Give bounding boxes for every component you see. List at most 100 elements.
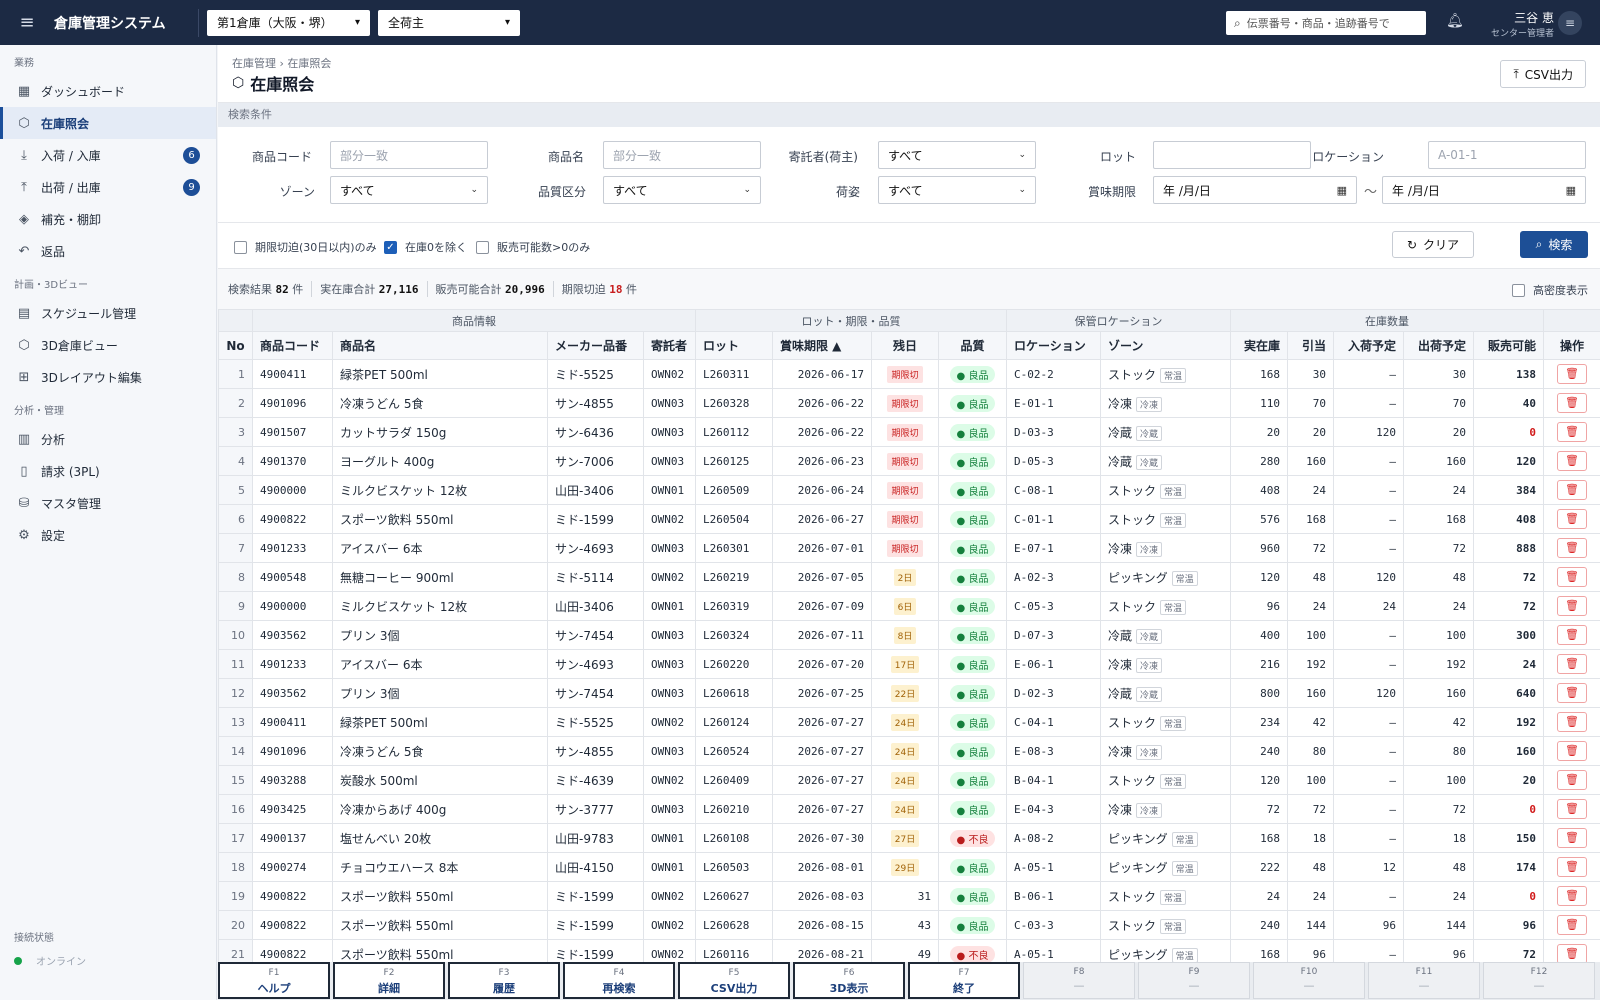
table-row[interactable]: 9 4900000 ミルクビスケット 12枚 山田-3406 OWN01 L260319 2… <box>218 591 1600 621</box>
trash-icon[interactable]: 🗑︎ <box>1557 451 1587 471</box>
table-row[interactable]: 3 4901507 カットサラダ 150g サン-6436 OWN03 L260112 20… <box>218 417 1600 447</box>
best-before-to-input[interactable]: 年 /月/日 ▦ <box>1382 176 1586 204</box>
table-row[interactable]: 17 4900137 塩せんべい 20枚 山田-9783 OWN01 L260108 202… <box>218 823 1600 853</box>
sidebar-item[interactable]: ⬡ 3D倉庫ビュー <box>0 329 216 361</box>
table-row[interactable]: 11 4901233 アイスバー 6本 サン-4693 OWN03 L260220 2026… <box>218 649 1600 679</box>
sidebar-item[interactable]: ▦ ダッシュボード <box>0 75 216 107</box>
function-key-f4[interactable]: F4 再検索 <box>563 962 675 999</box>
col-quality[interactable]: 品質 <box>938 331 1007 360</box>
col-code[interactable]: 商品コード <box>252 331 333 360</box>
function-key-f3[interactable]: F3 履歴 <box>448 962 560 999</box>
trash-icon[interactable]: 🗑︎ <box>1557 770 1587 790</box>
function-key-f1[interactable]: F1 ヘルプ <box>218 962 330 999</box>
trash-icon[interactable]: 🗑︎ <box>1557 364 1587 384</box>
table-row[interactable]: 4 4901370 ヨーグルト 400g サン-7006 OWN03 L260125 202… <box>218 446 1600 476</box>
csv-export-button[interactable]: ⤒ CSV出力 <box>1500 60 1586 88</box>
owner-select[interactable]: 全荷主 ▾ <box>378 9 520 36</box>
calendar-icon[interactable]: ▦ <box>1566 184 1576 197</box>
col-name[interactable]: 商品名 <box>332 331 548 360</box>
sidebar-item[interactable]: ⚙ 設定 <box>0 519 216 551</box>
trash-icon[interactable]: 🗑︎ <box>1557 567 1587 587</box>
table-row[interactable]: 14 4901096 冷凍うどん 5食 サン-4855 OWN03 L260524 2026… <box>218 736 1600 766</box>
sidebar-item[interactable]: ⊞ 3Dレイアウト編集 <box>0 361 216 393</box>
function-key-f5[interactable]: F5 CSV出力 <box>678 962 790 999</box>
table-row[interactable]: 19 4900822 スポーツ飲料 550ml ミド-1599 OWN02 L260627… <box>218 881 1600 911</box>
calendar-icon[interactable]: ▦ <box>1337 184 1347 197</box>
trash-icon[interactable]: 🗑︎ <box>1557 741 1587 761</box>
trash-icon[interactable]: 🗑︎ <box>1557 625 1587 645</box>
sidebar-item[interactable]: ⬡ 在庫照会 <box>0 107 216 139</box>
col-maker[interactable]: メーカー品番 <box>547 331 644 360</box>
trash-icon[interactable]: 🗑︎ <box>1557 509 1587 529</box>
table-row[interactable]: 2 4901096 冷凍うどん 5食 サン-4855 OWN03 L260328 2026-… <box>218 388 1600 418</box>
sidebar-item[interactable]: ⤒ 出荷 / 出庫 9 <box>0 171 216 203</box>
sidebar-item[interactable]: ⛁ マスタ管理 <box>0 487 216 519</box>
table-row[interactable]: 8 4900548 無糖コーヒー 900ml ミド-5114 OWN02 L260219 2… <box>218 562 1600 592</box>
table-row[interactable]: 6 4900822 スポーツ飲料 550ml ミド-1599 OWN02 L260504 2… <box>218 504 1600 534</box>
col-location[interactable]: ロケーション <box>1006 331 1101 360</box>
best-before-from-input[interactable]: 年 /月/日 ▦ <box>1153 176 1357 204</box>
trash-icon[interactable]: 🗑︎ <box>1557 944 1587 964</box>
table-row[interactable]: 10 4903562 プリン 3個 サン-7454 OWN03 L260324 2026-0… <box>218 620 1600 650</box>
global-search-input[interactable]: ⌕ 伝票番号・商品・追跡番号で <box>1226 11 1426 35</box>
col-no[interactable]: No <box>218 331 253 360</box>
table-row[interactable]: 7 4901233 アイスバー 6本 サン-4693 OWN03 L260301 2026-… <box>218 533 1600 563</box>
zone-select[interactable]: すべて ⌄ <box>330 176 488 204</box>
trash-icon[interactable]: 🗑︎ <box>1557 393 1587 413</box>
sidebar-item[interactable]: ⤓ 入荷 / 入庫 6 <box>0 139 216 171</box>
sellable-only-checkbox[interactable]: 販売可能数>0のみ <box>476 239 590 255</box>
quality-select[interactable]: すべて ⌄ <box>603 176 761 204</box>
clear-button[interactable]: ↻ クリア <box>1392 231 1474 258</box>
bell-icon[interactable]: 🔔︎ <box>1446 13 1464 29</box>
menu-icon[interactable]: ≡ <box>0 12 54 33</box>
trash-icon[interactable]: 🗑︎ <box>1557 915 1587 935</box>
trash-icon[interactable]: 🗑︎ <box>1557 857 1587 877</box>
trash-icon[interactable]: 🗑︎ <box>1557 683 1587 703</box>
col-owner[interactable]: 寄託者 <box>643 331 696 360</box>
high-density-checkbox[interactable]: 高密度表示 <box>1512 282 1588 298</box>
sidebar-item[interactable]: ◈ 補充・棚卸 <box>0 203 216 235</box>
col-expiry[interactable]: 賞味期限 ▲ <box>772 331 872 360</box>
trash-icon[interactable]: 🗑︎ <box>1557 422 1587 442</box>
table-row[interactable]: 15 4903288 炭酸水 500ml ミド-4639 OWN02 L260409 202… <box>218 765 1600 795</box>
packing-select[interactable]: すべて ⌄ <box>878 176 1036 204</box>
table-row[interactable]: 1 4900411 緑茶PET 500ml ミド-5525 OWN02 L260311 20… <box>218 359 1600 389</box>
function-key-f7[interactable]: F7 終了 <box>908 962 1020 999</box>
table-row[interactable]: 5 4900000 ミルクビスケット 12枚 山田-3406 OWN01 L260509 2… <box>218 475 1600 505</box>
function-key-f2[interactable]: F2 詳細 <box>333 962 445 999</box>
trash-icon[interactable]: 🗑︎ <box>1557 654 1587 674</box>
trash-icon[interactable]: 🗑︎ <box>1557 799 1587 819</box>
col-stock[interactable]: 実在庫 <box>1230 331 1288 360</box>
item-name-input[interactable]: 部分一致 <box>603 141 761 169</box>
item-code-input[interactable]: 部分一致 <box>330 141 488 169</box>
col-available[interactable]: 販売可能 <box>1473 331 1544 360</box>
trash-icon[interactable]: 🗑︎ <box>1557 712 1587 732</box>
avatar[interactable]: ≡ <box>1558 11 1582 35</box>
col-inbound[interactable]: 入荷予定 <box>1333 331 1404 360</box>
col-lot[interactable]: ロット <box>695 331 773 360</box>
trash-icon[interactable]: 🗑︎ <box>1557 596 1587 616</box>
function-key-f6[interactable]: F6 3D表示 <box>793 962 905 999</box>
col-outbound[interactable]: 出荷予定 <box>1403 331 1474 360</box>
col-alloc[interactable]: 引当 <box>1287 331 1334 360</box>
owner-filter-select[interactable]: すべて ⌄ <box>878 141 1036 169</box>
user-info[interactable]: 三谷 恵 センター管理者 <box>1486 9 1554 39</box>
search-button[interactable]: ⌕ 検索 <box>1520 231 1588 258</box>
trash-icon[interactable]: 🗑︎ <box>1557 480 1587 500</box>
table-row[interactable]: 12 4903562 プリン 3個 サン-7454 OWN03 L260618 2026-0… <box>218 678 1600 708</box>
table-row[interactable]: 16 4903425 冷凍からあげ 400g サン-3777 OWN03 L260210 2… <box>218 794 1600 824</box>
col-days[interactable]: 残日 <box>871 331 939 360</box>
location-input[interactable]: A-01-1 <box>1428 141 1586 169</box>
sidebar-item[interactable]: ▤ スケジュール管理 <box>0 297 216 329</box>
table-row[interactable]: 20 4900822 スポーツ飲料 550ml ミド-1599 OWN02 L260628… <box>218 910 1600 940</box>
expiring-only-checkbox[interactable]: 期限切迫(30日以内)のみ <box>234 239 377 255</box>
exclude-zero-checkbox[interactable]: ✓ 在庫0を除く <box>384 239 467 255</box>
lot-input[interactable] <box>1153 141 1311 169</box>
warehouse-select[interactable]: 第1倉庫（大阪・堺） ▾ <box>207 9 370 36</box>
sidebar-item[interactable]: ↶ 返品 <box>0 235 216 267</box>
col-zone[interactable]: ゾーン <box>1100 331 1231 360</box>
trash-icon[interactable]: 🗑︎ <box>1557 828 1587 848</box>
sidebar-item[interactable]: ▯ 請求 (3PL) <box>0 455 216 487</box>
trash-icon[interactable]: 🗑︎ <box>1557 538 1587 558</box>
table-row[interactable]: 18 4900274 チョコウエハース 8本 山田-4150 OWN01 L260503 2… <box>218 852 1600 882</box>
